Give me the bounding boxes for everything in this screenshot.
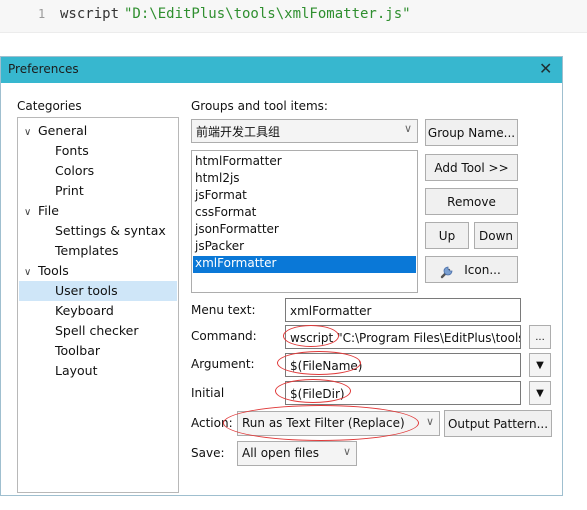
tools-list[interactable]: htmlFormatter html2js jsFormat cssFormat… (191, 150, 418, 293)
list-item[interactable]: jsFormat (195, 188, 247, 202)
button-label: Add Tool >> (434, 161, 509, 175)
chevron-down-icon: ∨ (342, 445, 351, 458)
categories-label: Categories (17, 99, 82, 113)
tree-item-label: General (38, 123, 88, 138)
action-select-value: Run as Text Filter (Replace) (242, 416, 405, 430)
menu-text-field[interactable]: xmlFormatter (285, 298, 521, 322)
chevron-down-icon[interactable]: ∨ (24, 207, 38, 218)
chevron-down-icon: ∨ (425, 415, 434, 428)
tree-item-keyboard[interactable]: Keyboard (55, 303, 114, 318)
command-label: Command: (191, 329, 257, 343)
list-item[interactable]: htmlFormatter (195, 154, 282, 168)
dialog-title: Preferences (8, 62, 79, 76)
button-label: Up (438, 229, 456, 243)
initial-field[interactable]: $(FileDir) (285, 381, 521, 405)
browse-button[interactable]: ... (529, 325, 551, 349)
group-name-button[interactable]: Group Name... (425, 119, 518, 146)
tree-item-user-tools[interactable]: User tools (55, 283, 118, 298)
title-bar: Preferences ✕ (1, 57, 562, 83)
tree-item-spell-checker[interactable]: Spell checker (55, 323, 138, 338)
tree-item-settings-syntax[interactable]: Settings & syntax (55, 223, 166, 238)
code-line: 1 wscript "D:\EditPlus\tools\xmlFomatter… (0, 0, 587, 33)
button-label: Output Pattern... (447, 417, 549, 431)
list-item[interactable]: cssFormat (195, 205, 256, 219)
chevron-down-icon[interactable]: ∨ (24, 127, 38, 138)
command-value: wscript "C:\Program Files\EditPlus\tools (290, 331, 521, 345)
button-label: ... (535, 332, 545, 343)
argument-field[interactable]: $(FileName) (285, 353, 521, 377)
tree-item-fonts[interactable]: Fonts (55, 143, 89, 158)
tree-item-file[interactable]: ∨ File (24, 203, 59, 218)
tree-item-colors[interactable]: Colors (55, 163, 94, 178)
close-icon[interactable]: ✕ (539, 59, 552, 78)
button-label: Group Name... (427, 126, 516, 140)
tree-item-label: File (38, 203, 59, 218)
chevron-down-icon[interactable]: ∨ (24, 267, 38, 278)
save-label: Save: (191, 446, 225, 460)
list-item[interactable]: jsPacker (195, 239, 244, 253)
initial-value: $(FileDir) (290, 387, 345, 401)
tree-item-toolbar[interactable]: Toolbar (55, 343, 100, 358)
argument-value: $(FileName) (290, 359, 363, 373)
down-button[interactable]: Down (474, 222, 518, 249)
tree-item-label: Tools (38, 263, 69, 278)
menu-text-value: xmlFormatter (290, 304, 372, 318)
groups-label: Groups and tool items: (191, 99, 328, 113)
group-select[interactable]: 前端开发工具组 ∨ (191, 119, 418, 143)
output-pattern-button[interactable]: Output Pattern... (444, 410, 552, 437)
initial-dropdown-button[interactable]: ▼ (529, 381, 551, 405)
remove-button[interactable]: Remove (425, 188, 518, 215)
button-label: Remove (447, 195, 496, 209)
save-select[interactable]: All open files ∨ (237, 441, 357, 466)
button-label: Down (478, 229, 513, 243)
action-label: Action: (191, 416, 233, 430)
up-button[interactable]: Up (425, 222, 469, 249)
add-tool-button[interactable]: Add Tool >> (425, 154, 518, 181)
list-item[interactable]: jsonFormatter (195, 222, 279, 236)
save-select-value: All open files (242, 446, 319, 460)
tree-item-print[interactable]: Print (55, 183, 84, 198)
tree-item-layout[interactable]: Layout (55, 363, 98, 378)
argument-label: Argument: (191, 357, 255, 371)
chevron-down-icon: ∨ (403, 122, 412, 135)
list-item[interactable]: html2js (195, 171, 240, 185)
group-select-value: 前端开发工具组 (196, 125, 281, 139)
icon-button[interactable]: Icon... (425, 256, 518, 283)
command-field[interactable]: wscript "C:\Program Files\EditPlus\tools (285, 325, 521, 349)
wrench-icon (440, 266, 453, 279)
code-string: "D:\EditPlus\tools\xmlFomatter.js" (124, 6, 411, 22)
tree-item-templates[interactable]: Templates (55, 243, 119, 258)
action-select[interactable]: Run as Text Filter (Replace) ∨ (237, 411, 440, 436)
code-keyword: wscript (60, 6, 120, 22)
initial-label: Initial (191, 386, 225, 400)
line-number: 1 (38, 7, 46, 21)
argument-dropdown-button[interactable]: ▼ (529, 353, 551, 377)
tree-item-tools[interactable]: ∨ Tools (24, 263, 69, 278)
preferences-dialog: Preferences ✕ Categories ∨ General Fonts … (0, 56, 563, 496)
tree-item-general[interactable]: ∨ General (24, 123, 87, 138)
list-item-selected[interactable]: xmlFormatter (193, 256, 416, 273)
categories-tree[interactable]: ∨ General Fonts Colors Print ∨ File Settin… (17, 117, 179, 493)
menu-text-label: Menu text: (191, 303, 256, 317)
